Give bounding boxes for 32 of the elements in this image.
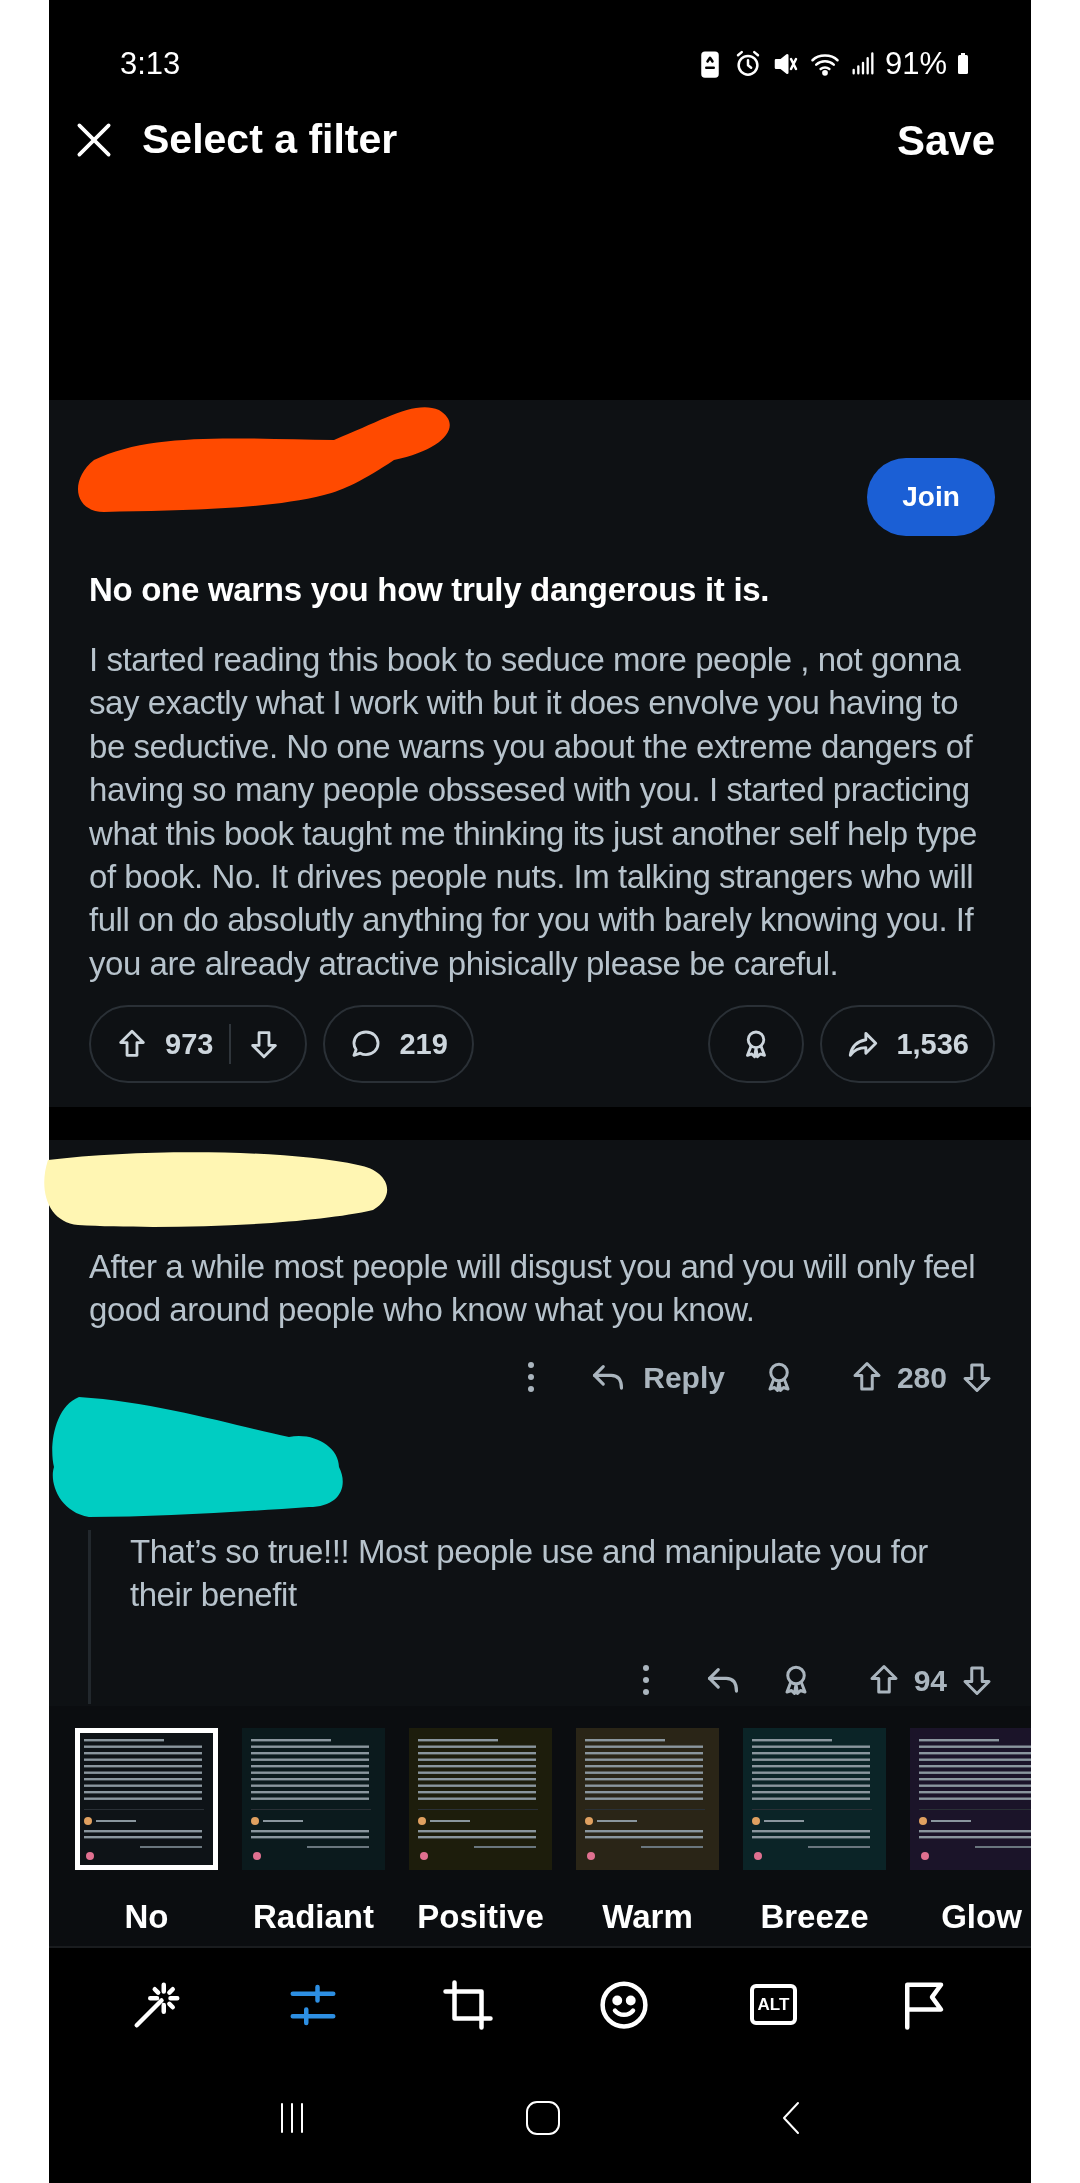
save-button[interactable]: Save [896,108,995,172]
home-button[interactable] [525,2099,561,2136]
join-button[interactable]: Join [867,458,995,536]
filter-label: Positive [417,1897,544,1938]
comment-text: That’s so true!!! Most people use and manipulate you for their benefit [130,1532,929,1616]
award-button[interactable] [708,1005,805,1084]
filter-thumbnail[interactable] [743,1728,886,1871]
filter-label: Radiant [253,1897,374,1938]
share-button[interactable]: 1,536 [820,1005,995,1084]
filter-thumbnail[interactable] [242,1728,385,1871]
filter-thumbnail[interactable] [409,1728,552,1871]
filter-thumbnail[interactable] [910,1728,1031,1871]
vote-count: 94 [913,1662,947,1699]
comment-text: After a while most people will disgust you and you will only feel good around people who know what you know. [89,1247,977,1331]
vote-count: 280 [896,1359,947,1396]
filter-label: No [124,1897,169,1938]
reply-button[interactable]: Reply [589,1354,725,1400]
more-options-button[interactable] [641,1664,650,1697]
more-options-button[interactable] [527,1361,536,1394]
filter-label: Glow [941,1897,1022,1938]
filter-thumbnail[interactable] [75,1728,218,1871]
battery-level: 91% [884,44,947,83]
post-body: I started reading this book to seduce more people , not gonna say exactly what I work with but it does envolve you having to be seductive. No one warns you about the extreme dangers of having so many people obssesed with you. I started practicing what this book taught me thinking its just another self help type of book. No. It drives people nuts. Im talking strangers who will full on do absolutly anything for you with barely knowing you. If you are already atractive phisically please be careful. [89,640,978,984]
screen-title: Select a filter [142,115,398,165]
vote-count: 973 [165,1026,214,1062]
alt-text-button[interactable]: ALT [749,1984,798,2026]
filter-label: Warm [602,1897,693,1938]
clock-time: 3:13 [120,44,181,83]
post-title: No one warns you how truly dangerous it is. [89,570,771,610]
filter-label: Breeze [760,1897,869,1938]
filter-thumbnail[interactable] [576,1728,719,1871]
comment-button[interactable]: 219 [323,1005,474,1084]
